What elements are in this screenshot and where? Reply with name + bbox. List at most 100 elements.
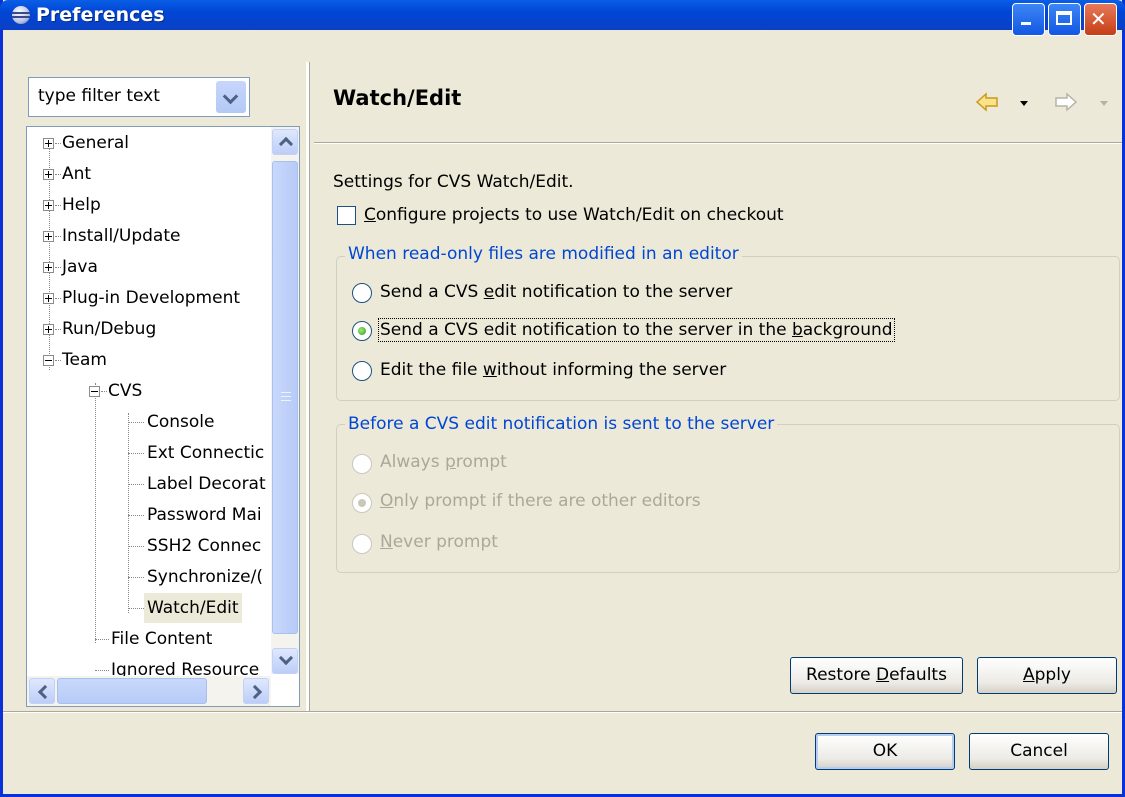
- scrollbar-thumb[interactable]: [57, 678, 207, 704]
- mnemonic: A: [1022, 665, 1035, 685]
- tree-item-label: SSH2 Connec: [147, 536, 262, 556]
- ok-button[interactable]: OK: [815, 733, 955, 770]
- grip-line: [281, 392, 291, 393]
- grip-line: [281, 400, 291, 401]
- radio-edit-without-informing[interactable]: [352, 361, 372, 381]
- mnemonic: N: [380, 532, 393, 552]
- back-arrow-icon[interactable]: [975, 91, 1005, 113]
- group-title: Before a CVS edit notification is sent t…: [345, 414, 778, 434]
- tree-connector: [55, 360, 61, 361]
- radio-never-prompt: [352, 534, 372, 554]
- eclipse-icon: [12, 6, 30, 24]
- tree-item-label: Password Mai: [147, 505, 262, 525]
- tree-item-label: Label Decorat: [147, 474, 266, 494]
- label-text: pply: [1034, 665, 1071, 685]
- radio-send-notification-label[interactable]: Send a CVS edit notification to the serv…: [380, 282, 732, 302]
- configure-watch-edit-label[interactable]: Configure projects to use Watch/Edit on …: [364, 205, 784, 225]
- window-title: Preferences: [36, 4, 165, 26]
- maximize-button[interactable]: [1048, 3, 1081, 36]
- label-text: onfigure projects to use Watch/Edit on c…: [375, 205, 784, 225]
- expand-icon[interactable]: [43, 200, 54, 211]
- label-text: dit notification to the server: [494, 282, 733, 302]
- expand-icon[interactable]: [43, 293, 54, 304]
- mnemonic: b: [791, 320, 803, 340]
- radio-send-notification[interactable]: [352, 283, 372, 303]
- mnemonic: D: [875, 665, 890, 685]
- tree-connector: [55, 205, 61, 206]
- tree-connector: [55, 143, 61, 144]
- tree-connector: [55, 236, 61, 237]
- chevron-down-icon[interactable]: [216, 81, 246, 113]
- minimize-button[interactable]: [1012, 3, 1045, 36]
- tree-item-label: Ant: [62, 164, 92, 184]
- apply-button[interactable]: Apply: [977, 657, 1117, 694]
- expand-icon[interactable]: [43, 169, 54, 180]
- expand-icon[interactable]: [43, 231, 54, 242]
- collapse-icon[interactable]: [43, 355, 54, 366]
- group-title: When read-only files are modified in an …: [345, 244, 742, 264]
- tree-item-label: File Content: [111, 629, 213, 649]
- title-bar[interactable]: Preferences: [0, 0, 1125, 36]
- label-text: rompt: [455, 452, 507, 472]
- tree-connector: [55, 329, 61, 330]
- tree-item-label: Install/Update: [62, 226, 181, 246]
- mnemonic: O: [380, 491, 394, 511]
- tree-item-label: General: [62, 133, 129, 153]
- collapse-icon[interactable]: [89, 386, 100, 397]
- tree-connector: [128, 546, 144, 547]
- filter-combo[interactable]: type filter text: [28, 77, 250, 117]
- radio-only-prompt-other-editors: [352, 493, 372, 513]
- label-text: ithout informing the server: [496, 360, 727, 380]
- back-history-dropdown-icon[interactable]: [1020, 101, 1028, 106]
- pane-splitter[interactable]: [306, 62, 310, 712]
- radio-edit-without-informing-label[interactable]: Edit the file without informing the serv…: [380, 360, 726, 380]
- tree-connector: [128, 453, 144, 454]
- label-text: Send a CVS edit notification to the serv…: [380, 320, 792, 340]
- forward-arrow-icon[interactable]: [1052, 91, 1082, 113]
- header-separator: [314, 142, 1122, 144]
- expand-icon[interactable]: [43, 262, 54, 273]
- tree-guide-line: [95, 383, 96, 643]
- tree-connector: [128, 608, 144, 609]
- forward-history-dropdown-icon: [1100, 101, 1108, 106]
- label-text: Send a CVS: [380, 282, 484, 302]
- tree-item-label: Run/Debug: [62, 319, 157, 339]
- mnemonic: e: [483, 282, 495, 302]
- radio-send-notification-background[interactable]: [352, 321, 372, 341]
- tree-item-label: Console: [147, 412, 215, 432]
- scroll-right-icon[interactable]: [243, 678, 269, 704]
- close-button[interactable]: [1084, 3, 1117, 36]
- tree-connector: [55, 267, 61, 268]
- tree-vertical-scrollbar[interactable]: [271, 127, 299, 674]
- configure-watch-edit-checkbox[interactable]: [337, 206, 356, 225]
- mnemonic: w: [482, 360, 497, 380]
- scroll-left-icon[interactable]: [29, 678, 55, 704]
- label-text: efaults: [889, 665, 947, 685]
- dialog-separator: [3, 711, 1122, 713]
- tree-item-label: CVS: [108, 381, 143, 401]
- scroll-up-icon[interactable]: [272, 129, 298, 155]
- tree-item-label: Team: [62, 350, 107, 370]
- tree-item-label: Plug-in Development: [62, 288, 241, 308]
- radio-only-prompt-other-editors-label: Only prompt if there are other editors: [380, 491, 701, 511]
- filter-input[interactable]: type filter text: [38, 86, 160, 106]
- tree-connector: [55, 298, 61, 299]
- radio-send-notification-background-label[interactable]: Send a CVS edit notification to the serv…: [378, 318, 895, 342]
- tree-item-label: Help: [62, 195, 101, 215]
- tree-horizontal-scrollbar[interactable]: [27, 676, 271, 706]
- expand-icon[interactable]: [43, 138, 54, 149]
- scrollbar-thumb[interactable]: [272, 161, 298, 634]
- cancel-button[interactable]: Cancel: [969, 733, 1109, 770]
- grip-line: [281, 396, 291, 397]
- tree-item-label: Watch/Edit: [144, 593, 242, 623]
- mnemonic: C: [364, 205, 376, 225]
- radio-always-prompt: [352, 454, 372, 474]
- scroll-down-icon[interactable]: [272, 648, 298, 674]
- radio-always-prompt-label: Always prompt: [380, 452, 507, 472]
- preference-tree[interactable]: General Ant Help Install/Update Java Plu…: [26, 126, 300, 707]
- tree-connector: [128, 484, 144, 485]
- tree-connector: [95, 639, 109, 640]
- label-text: nly prompt if there are other editors: [393, 491, 701, 511]
- restore-defaults-button[interactable]: Restore Defaults: [790, 657, 963, 694]
- expand-icon[interactable]: [43, 324, 54, 335]
